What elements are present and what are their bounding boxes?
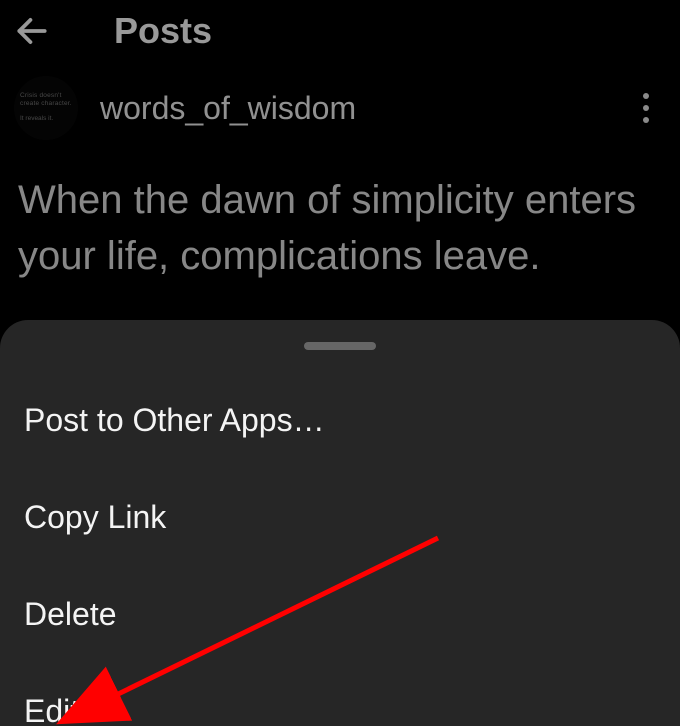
sheet-drag-handle[interactable] <box>304 342 376 350</box>
menu-item-delete[interactable]: Delete <box>0 572 680 657</box>
menu-item-edit[interactable]: Edit <box>0 669 680 726</box>
menu-item-copy-link[interactable]: Copy Link <box>0 475 680 560</box>
screen: Posts Crisis doesn't create character. I… <box>0 0 680 726</box>
menu-item-post-other-apps[interactable]: Post to Other Apps… <box>0 378 680 463</box>
action-sheet: Post to Other Apps… Copy Link Delete Edi… <box>0 320 680 726</box>
